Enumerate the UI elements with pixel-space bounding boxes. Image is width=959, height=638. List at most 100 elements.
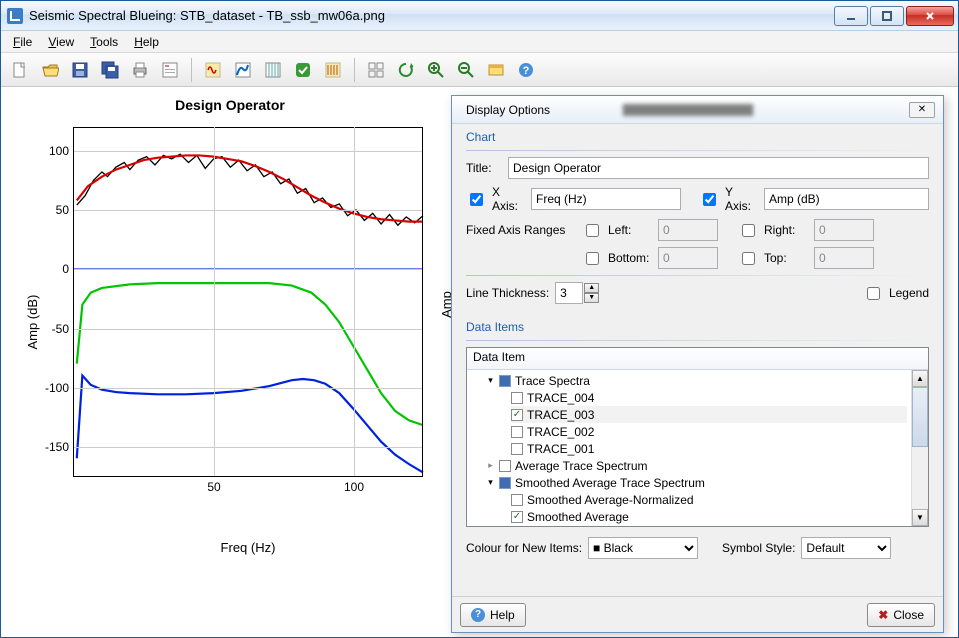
display-options-dialog: Display Options ✕ Chart Title: X Axis:: [451, 95, 944, 633]
tree-node-avg-spectrum[interactable]: Average Trace Spectrum: [485, 457, 907, 474]
menu-tools[interactable]: Tools: [84, 33, 124, 51]
spin-up-icon[interactable]: ▲: [584, 283, 599, 293]
right-input: [814, 219, 874, 241]
new-icon[interactable]: [7, 57, 33, 83]
checkbox-icon[interactable]: [511, 494, 523, 506]
symbol-select[interactable]: Default: [801, 537, 891, 559]
yaxis-input[interactable]: [764, 188, 929, 210]
dataitems-section-label: Data Items: [466, 320, 929, 334]
top-input: [814, 247, 874, 269]
dialog-title: Display Options: [466, 103, 623, 117]
line-thickness-label: Line Thickness:: [466, 286, 549, 300]
left-checkbox[interactable]: [586, 224, 599, 237]
right-label: Right:: [764, 223, 808, 237]
checkbox-icon[interactable]: ✓: [511, 409, 523, 421]
checkbox-icon[interactable]: [499, 460, 511, 472]
xaxis-input[interactable]: [531, 188, 681, 210]
yaxis-checkbox[interactable]: [703, 193, 716, 206]
top-checkbox[interactable]: [742, 252, 755, 265]
close-button[interactable]: [906, 6, 954, 26]
app-icon: [7, 8, 23, 24]
symbol-style-label: Symbol Style:: [722, 541, 795, 555]
fixed-ranges-label: Fixed Axis Ranges: [466, 223, 576, 237]
maximize-button[interactable]: [870, 6, 904, 26]
checkbox-icon[interactable]: [511, 443, 523, 455]
legend-checkbox[interactable]: [867, 287, 880, 300]
dialog-close-button[interactable]: ✕: [909, 102, 935, 118]
help-icon[interactable]: ?: [513, 57, 539, 83]
xaxis-checkbox[interactable]: [470, 193, 483, 206]
chart-title: Design Operator: [15, 97, 445, 113]
tree-header[interactable]: Data Item: [467, 348, 928, 370]
spectra-icon[interactable]: [230, 57, 256, 83]
chart: Design Operator 50100 Amp (dB) Freq (Hz)…: [15, 97, 445, 637]
grid-icon[interactable]: [363, 57, 389, 83]
tree-leaf-trace-001[interactable]: TRACE_001: [511, 440, 907, 457]
open-icon[interactable]: [37, 57, 63, 83]
left-label: Left:: [608, 223, 652, 237]
tree-leaf-trace-003[interactable]: ✓TRACE_003: [511, 406, 907, 423]
titlebar: Seismic Spectral Blueing: STB_dataset - …: [1, 1, 958, 31]
x-axis-label: Freq (Hz): [221, 540, 276, 555]
dialog-titlebar[interactable]: Display Options ✕: [452, 96, 943, 124]
tree-body[interactable]: Trace Spectra TRACE_004 ✓TRACE_003 TRACE…: [467, 370, 911, 526]
columns-icon[interactable]: [260, 57, 286, 83]
checkbox-icon[interactable]: [511, 426, 523, 438]
tree: Data Item Trace Spectra TRACE_004 ✓TRACE…: [466, 347, 929, 527]
minimize-button[interactable]: [834, 6, 868, 26]
bottom-input: [658, 247, 718, 269]
tree-leaf-trace-002[interactable]: TRACE_002: [511, 423, 907, 440]
seismic-icon[interactable]: [320, 57, 346, 83]
menubar: File View Tools Help: [1, 31, 958, 53]
line-thickness-input[interactable]: [555, 282, 583, 304]
menu-view[interactable]: View: [42, 33, 80, 51]
print-icon[interactable]: [127, 57, 153, 83]
tree-leaf-smoothed-avg[interactable]: ✓Smoothed Average: [511, 508, 907, 525]
yaxis-label: Y Axis:: [725, 185, 758, 213]
right-checkbox[interactable]: [742, 224, 755, 237]
top-label: Top:: [764, 251, 808, 265]
scroll-down-icon[interactable]: ▼: [912, 509, 928, 526]
color-select[interactable]: ■ Black: [588, 537, 698, 559]
save-icon[interactable]: [67, 57, 93, 83]
tree-node-trace-spectra[interactable]: Trace Spectra: [485, 372, 907, 389]
color-new-label: Colour for New Items:: [466, 541, 582, 555]
menu-help[interactable]: Help: [128, 33, 165, 51]
scroll-up-icon[interactable]: ▲: [912, 370, 928, 387]
plot-area[interactable]: 50100: [73, 127, 423, 477]
tree-leaf-trace-004[interactable]: TRACE_004: [511, 389, 907, 406]
fit-icon[interactable]: [483, 57, 509, 83]
toolbar: ?: [1, 53, 958, 87]
zoom-in-icon[interactable]: [423, 57, 449, 83]
group-check-icon[interactable]: [499, 375, 511, 387]
app-window: Seismic Spectral Blueing: STB_dataset - …: [0, 0, 959, 638]
checkbox-icon[interactable]: ✓: [511, 511, 523, 523]
tree-node-smoothed-avg[interactable]: Smoothed Average Trace Spectrum: [485, 474, 907, 491]
spin-down-icon[interactable]: ▼: [584, 293, 599, 303]
client-area: Design Operator 50100 Amp (dB) Freq (Hz)…: [1, 87, 958, 637]
refresh-icon[interactable]: [393, 57, 419, 83]
zoom-out-icon[interactable]: [453, 57, 479, 83]
bottom-label: Bottom:: [608, 251, 652, 265]
xaxis-label: X Axis:: [492, 185, 525, 213]
hidden-right-chart: Amp: [437, 117, 443, 497]
properties-icon[interactable]: [157, 57, 183, 83]
title-input[interactable]: [508, 157, 929, 179]
save-as-icon[interactable]: [97, 57, 123, 83]
title-label: Title:: [466, 161, 502, 175]
menu-file[interactable]: File: [7, 33, 38, 51]
group-check-icon[interactable]: [499, 477, 511, 489]
checkbox-icon[interactable]: [511, 392, 523, 404]
wavelet-icon[interactable]: [200, 57, 226, 83]
dialog-subtitle-blurred: [623, 104, 753, 116]
left-input: [658, 219, 718, 241]
scroll-thumb[interactable]: [912, 387, 928, 447]
tree-scrollbar[interactable]: ▲ ▼: [911, 370, 928, 526]
tree-leaf-smoothed-norm[interactable]: Smoothed Average-Normalized: [511, 491, 907, 508]
chart-section-label: Chart: [466, 130, 929, 144]
bottom-checkbox[interactable]: [586, 252, 599, 265]
window-title: Seismic Spectral Blueing: STB_dataset - …: [29, 8, 834, 23]
svg-text:?: ?: [523, 65, 530, 77]
line-thickness-spinner[interactable]: ▲▼: [555, 282, 599, 304]
check-icon[interactable]: [290, 57, 316, 83]
